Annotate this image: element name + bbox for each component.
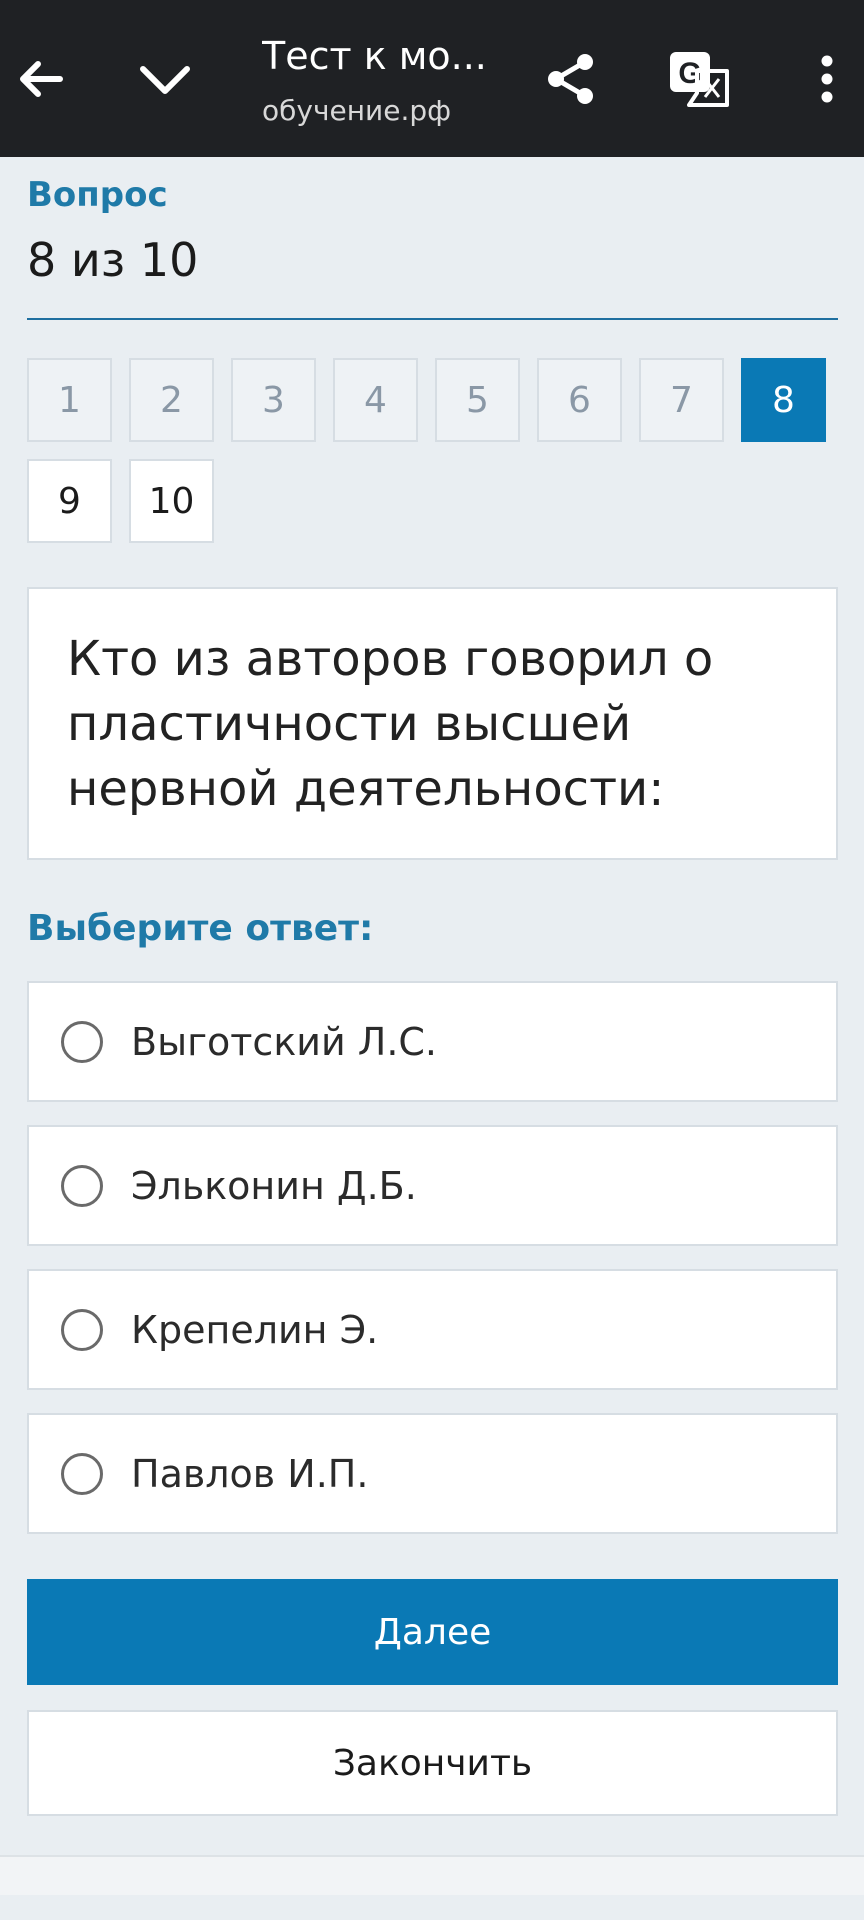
bottom-bar: [0, 1855, 864, 1895]
question-nav-item-7[interactable]: 7: [639, 358, 724, 442]
question-counter: 8 из 10: [27, 233, 199, 287]
next-button[interactable]: Далее: [27, 1579, 838, 1685]
answer-prompt: Выберите ответ:: [27, 908, 374, 949]
answer-option[interactable]: Павлов И.П.: [27, 1413, 838, 1534]
page-url: обучение.рф: [262, 94, 452, 127]
question-label: Вопрос: [27, 175, 168, 215]
translate-button[interactable]: G: [658, 38, 740, 120]
answer-option[interactable]: Выготский Л.С.: [27, 981, 838, 1102]
radio-button[interactable]: [61, 1308, 103, 1351]
option-label: Павлов И.П.: [131, 1451, 369, 1496]
question-card: Кто из авторов говорил о пластичности вы…: [27, 587, 838, 860]
page-title: Тест к мо...: [262, 34, 487, 78]
more-vert-icon: [821, 55, 833, 103]
chevron-down-icon: [140, 66, 190, 94]
question-nav-item-6[interactable]: 6: [537, 358, 622, 442]
question-text: Кто из авторов говорил о пластичности вы…: [67, 631, 714, 817]
radio-button[interactable]: [61, 1164, 103, 1207]
collapse-button[interactable]: [124, 38, 206, 120]
radio-button[interactable]: [61, 1020, 103, 1063]
finish-button[interactable]: Закончить: [27, 1710, 838, 1816]
question-nav-item-3[interactable]: 3: [231, 358, 316, 442]
question-nav-item-2[interactable]: 2: [129, 358, 214, 442]
question-nav-item-1[interactable]: 1: [27, 358, 112, 442]
option-label: Крепелин Э.: [131, 1307, 379, 1352]
more-menu-button[interactable]: [786, 38, 864, 120]
back-arrow-icon: [20, 61, 63, 97]
option-label: Эльконин Д.Б.: [131, 1163, 417, 1208]
answer-option[interactable]: Крепелин Э.: [27, 1269, 838, 1390]
back-button[interactable]: [0, 38, 82, 120]
question-nav-item-4[interactable]: 4: [333, 358, 418, 442]
question-nav-item-9[interactable]: 9: [27, 459, 112, 543]
translate-icon: G: [670, 52, 729, 107]
radio-button[interactable]: [61, 1452, 103, 1495]
divider: [27, 318, 838, 320]
option-label: Выготский Л.С.: [131, 1019, 438, 1064]
question-navigator: 1 2 3 4 5 6 7 8 9 10: [27, 358, 838, 543]
answer-option[interactable]: Эльконин Д.Б.: [27, 1125, 838, 1246]
browser-topbar: Тест к мо... обучение.рф G: [0, 0, 864, 157]
share-icon: [548, 54, 593, 104]
question-nav-item-5[interactable]: 5: [435, 358, 520, 442]
question-nav-item-10[interactable]: 10: [129, 459, 214, 543]
share-button[interactable]: [530, 38, 612, 120]
question-nav-item-8[interactable]: 8: [741, 358, 826, 442]
